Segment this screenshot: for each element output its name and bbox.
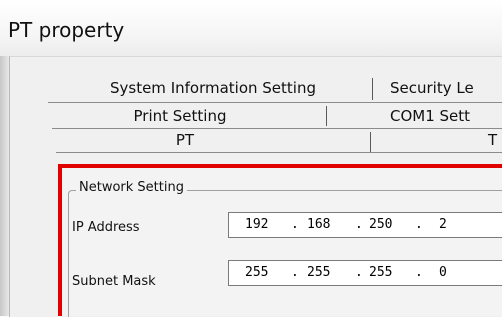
tab-label: System Information Setting (109, 79, 316, 97)
tab-print-setting[interactable]: Print Setting (80, 104, 280, 128)
tab-partial[interactable]: T (488, 128, 502, 152)
subnet-mask-label: Subnet Mask (72, 274, 156, 289)
subnet-dot: . (355, 265, 363, 280)
tab-label: T (488, 131, 498, 149)
network-setting-group (68, 190, 502, 317)
ip-dot: . (415, 217, 423, 232)
ip-address-label: IP Address (72, 220, 140, 235)
tab-divider (326, 106, 327, 126)
ip-octet-2[interactable]: 168 (307, 217, 330, 232)
tab-com1-setting[interactable]: COM1 Sett (390, 104, 502, 128)
window-left-edge (0, 56, 9, 316)
pt-property-window: PT property System Information Setting S… (0, 0, 502, 317)
window-title: PT property (8, 18, 125, 42)
subnet-mask-field[interactable]: 255 . 255 . 255 . 0 (228, 260, 502, 286)
tab-label: PT (175, 131, 195, 149)
tab-system-information-setting[interactable]: System Information Setting (58, 76, 368, 100)
ip-dot: . (355, 217, 363, 232)
tab-label: Print Setting (133, 107, 227, 125)
tab-row-divider (48, 102, 502, 103)
subnet-dot: . (415, 265, 423, 280)
subnet-octet-4[interactable]: 0 (439, 265, 447, 280)
ip-octet-1[interactable]: 192 (245, 217, 268, 232)
tab-label: Security Le (390, 79, 474, 97)
subnet-octet-1[interactable]: 255 (245, 265, 268, 280)
subnet-octet-3[interactable]: 255 (369, 265, 392, 280)
subnet-octet-2[interactable]: 255 (307, 265, 330, 280)
tab-divider (370, 132, 371, 152)
tab-label: COM1 Sett (390, 107, 471, 125)
tab-divider (372, 78, 373, 100)
title-bar[interactable]: PT property (0, 0, 502, 56)
tab-pt[interactable]: PT (140, 128, 230, 152)
ip-dot: . (291, 217, 299, 232)
tab-row-divider (56, 152, 502, 153)
ip-octet-4[interactable]: 2 (439, 217, 447, 232)
subnet-dot: . (291, 265, 299, 280)
ip-address-field[interactable]: 192 . 168 . 250 . 2 (228, 212, 502, 238)
tab-row-divider (52, 128, 502, 129)
ip-octet-3[interactable]: 250 (369, 217, 392, 232)
network-setting-title: Network Setting (76, 180, 187, 195)
tab-security[interactable]: Security Le (390, 76, 502, 100)
